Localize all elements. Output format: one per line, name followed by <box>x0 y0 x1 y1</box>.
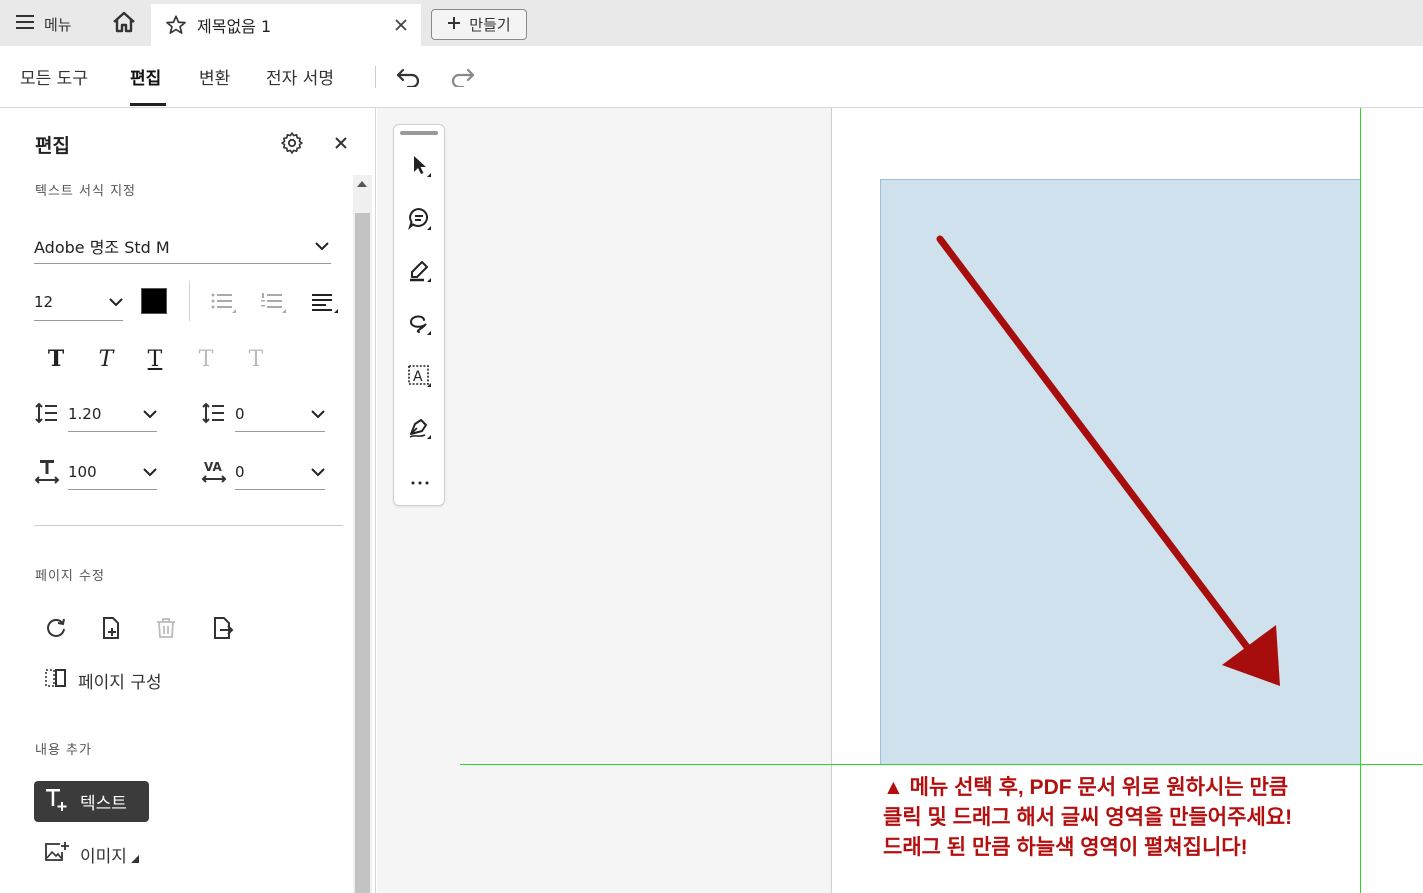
font-family-select[interactable]: Adobe 명조 Std M <box>34 228 331 264</box>
edit-panel: 편집 텍스트 서식 지정 Adobe 명조 Std M 12 T T T T T… <box>0 108 376 893</box>
section-divider <box>34 525 343 526</box>
chevron-down-icon <box>143 463 157 481</box>
text-box-icon[interactable]: A <box>403 359 437 393</box>
character-spacing-value: 0 <box>235 462 245 481</box>
create-label: 만들기 <box>469 16 511 34</box>
gear-icon[interactable] <box>279 130 305 156</box>
text-format-label: 텍스트 서식 지정 <box>35 184 136 199</box>
line-spacing-icon <box>34 400 60 426</box>
add-image-button[interactable]: 이미지 <box>44 840 139 869</box>
highlighter-icon[interactable] <box>403 254 437 288</box>
page-compose-label: 페이지 구성 <box>78 673 162 693</box>
active-tab-indicator <box>130 103 166 106</box>
plus-icon <box>447 16 461 34</box>
chevron-down-icon <box>315 236 329 255</box>
paragraph-spacing-value: 0 <box>235 404 245 423</box>
close-panel-icon[interactable] <box>330 132 352 154</box>
close-tab-icon[interactable] <box>391 15 411 35</box>
numbered-list-icon[interactable] <box>260 290 288 316</box>
chevron-down-icon <box>109 293 123 311</box>
trash-icon[interactable] <box>152 614 180 642</box>
create-button[interactable]: 만들기 <box>431 9 527 40</box>
scrollbar-thumb[interactable] <box>355 213 370 893</box>
font-size-value: 12 <box>34 292 54 311</box>
undo-icon[interactable] <box>394 64 422 90</box>
scroll-up-arrow-icon[interactable] <box>357 181 367 187</box>
instruction-line-3: 드래그 된 만큼 하늘색 영역이 펼쳐집니다! <box>883 836 1248 859</box>
select-pointer-icon[interactable] <box>403 149 437 183</box>
add-text-label: 텍스트 <box>80 794 127 814</box>
paragraph-spacing-icon <box>201 400 227 426</box>
hamburger-icon <box>16 14 36 34</box>
chevron-down-icon <box>143 405 157 423</box>
rotate-icon[interactable] <box>42 614 70 642</box>
paragraph-spacing-select[interactable]: 0 <box>235 396 325 432</box>
floating-toolbar: A <box>393 124 445 506</box>
underline-style-button[interactable]: T <box>140 344 170 374</box>
svg-text:VA: VA <box>204 460 222 474</box>
toolbar-e-sign[interactable]: 전자 서명 <box>266 64 334 89</box>
bullet-list-icon[interactable] <box>210 290 238 316</box>
star-icon[interactable] <box>165 14 187 36</box>
text-color-swatch[interactable] <box>141 288 167 314</box>
character-spacing-icon: VA <box>200 458 228 486</box>
redo-icon[interactable] <box>449 64 477 90</box>
add-content-label: 내용 추가 <box>35 743 92 758</box>
font-size-select[interactable]: 12 <box>34 283 123 321</box>
panel-scrollbar[interactable] <box>353 175 372 893</box>
text-area-selection[interactable] <box>880 179 1361 765</box>
horizontal-scale-value: 100 <box>68 462 97 481</box>
document-tab[interactable]: 제목없음 1 <box>151 4 421 46</box>
comment-icon[interactable] <box>403 202 437 236</box>
toolbar-drag-handle[interactable] <box>400 131 438 135</box>
add-image-icon <box>44 840 70 869</box>
home-icon <box>111 10 137 38</box>
line-spacing-select[interactable]: 1.20 <box>68 396 157 432</box>
chevron-down-icon <box>311 405 325 423</box>
page-layout-icon <box>44 666 68 695</box>
horizontal-guide-line <box>460 764 1423 765</box>
menu-label: 메뉴 <box>44 15 72 34</box>
divider <box>189 281 190 321</box>
toolbar-edit[interactable]: 편집 <box>130 64 161 89</box>
toolbar-divider <box>375 66 376 88</box>
toolbar-convert[interactable]: 변환 <box>199 64 230 89</box>
toolbar-all-tools[interactable]: 모든 도구 <box>20 64 88 89</box>
horizontal-scale-select[interactable]: 100 <box>68 454 157 490</box>
horizontal-scale-icon <box>33 458 61 486</box>
document-tab-title: 제목없음 1 <box>197 17 272 36</box>
home-button[interactable] <box>110 10 138 38</box>
add-text-icon <box>44 786 70 817</box>
instruction-line-2: 클릭 및 드래그 해서 글씨 영역을 만들어주세요! <box>883 806 1293 829</box>
align-left-icon[interactable] <box>310 290 340 316</box>
character-spacing-select[interactable]: 0 <box>235 454 325 490</box>
chevron-down-icon <box>311 463 325 481</box>
sign-pen-icon[interactable] <box>403 411 437 445</box>
add-text-button[interactable]: 텍스트 <box>34 781 149 822</box>
insert-page-icon[interactable] <box>97 614 125 642</box>
line-spacing-value: 1.20 <box>68 404 102 423</box>
superscript-style-button[interactable]: T <box>191 344 221 374</box>
subscript-style-button[interactable]: T <box>241 344 271 374</box>
font-family-value: Adobe 명조 Std M <box>34 237 170 257</box>
vertical-guide-line <box>1360 108 1361 893</box>
page-edit-label: 페이지 수정 <box>35 569 105 584</box>
dropdown-corner-icon <box>130 841 139 868</box>
freehand-draw-icon[interactable] <box>403 307 437 341</box>
page-compose-button[interactable]: 페이지 구성 <box>44 666 162 695</box>
extract-page-icon[interactable] <box>208 614 236 642</box>
more-options-icon[interactable] <box>403 463 437 497</box>
italic-style-button[interactable]: T <box>91 344 121 374</box>
add-image-label: 이미지 <box>80 847 127 867</box>
bold-style-button[interactable]: T <box>41 344 71 374</box>
tab-bar: 메뉴 제목없음 1 만들기 <box>0 0 1423 46</box>
instruction-line-1: ▲ 메뉴 선택 후, PDF 문서 위로 원하시는 만큼 <box>883 776 1289 799</box>
menu-button[interactable]: 메뉴 <box>16 10 72 38</box>
svg-text:A: A <box>413 369 423 385</box>
panel-title: 편집 <box>35 135 70 157</box>
instruction-annotation: ▲ 메뉴 선택 후, PDF 문서 위로 원하시는 만큼 클릭 및 드래그 해서… <box>883 773 1353 863</box>
main-toolbar: 모든 도구 편집 변환 전자 서명 <box>0 46 1423 108</box>
